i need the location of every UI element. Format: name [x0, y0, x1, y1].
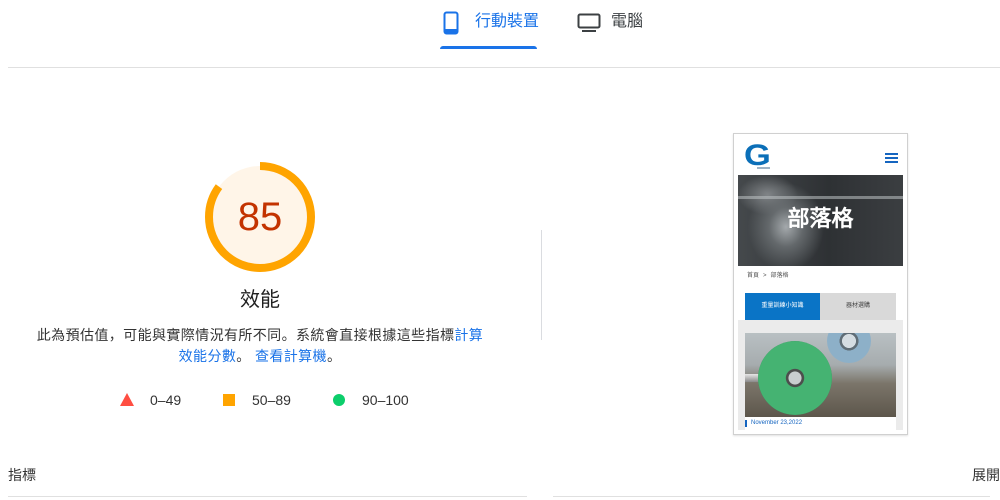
preview-blue-plate	[827, 333, 871, 363]
preview-logo-tagline-mark	[757, 167, 770, 169]
preview-breadcrumb-current: 部落格	[770, 273, 789, 279]
square-icon	[223, 394, 235, 406]
tabs-divider	[8, 67, 1000, 68]
metrics-divider-left	[8, 496, 527, 497]
page-screenshot-preview: G 部落格 首頁 > 部落格 重量訓練小知識 器材選購 November 23,20…	[733, 133, 908, 435]
smartphone-icon	[443, 11, 459, 35]
description-period: 。	[236, 348, 251, 364]
tab-mobile[interactable]: 行動裝置	[438, 0, 540, 49]
preview-post-date: November 23,2022	[751, 420, 803, 426]
legend-pass-range: 90–100	[362, 392, 409, 408]
expand-view-toggle[interactable]: 展開	[972, 467, 1000, 484]
metrics-divider-right	[553, 496, 990, 497]
preview-hero-title: 部落格	[787, 206, 854, 231]
preview-post-meta: November 23,2022	[745, 417, 896, 430]
legend-fail-range: 0–49	[150, 392, 182, 408]
tab-desktop-label: 電腦	[611, 13, 644, 30]
score-value: 85	[237, 195, 283, 239]
metrics-heading: 指標	[8, 467, 36, 483]
score-description-text: 此為預估值，可能與實際情況有所不同。系統會直接根據這些指標	[36, 327, 455, 343]
preview-green-plate	[758, 341, 832, 415]
preview-date-accent	[745, 420, 747, 427]
preview-breadcrumb-separator: >	[763, 273, 767, 279]
preview-hero-banner: 部落格	[738, 175, 903, 266]
preview-screen: G 部落格 首頁 > 部落格 重量訓練小知識 器材選購 November 23,20…	[738, 138, 903, 430]
preview-site-header: G	[738, 138, 903, 175]
vertical-divider	[541, 230, 542, 340]
circle-icon	[333, 394, 345, 406]
score-description: 此為預估值，可能與實際情況有所不同。系統會直接根據這些指標計算效能分數。 查看計…	[34, 325, 486, 367]
preview-breadcrumb-home: 首頁	[747, 273, 760, 279]
preview-category: 器材選購	[820, 293, 896, 320]
performance-score-gauge: 85	[200, 157, 320, 277]
preview-breadcrumb: 首頁 > 部落格	[747, 273, 793, 280]
active-tab-indicator	[440, 46, 537, 49]
tab-mobile-label: 行動裝置	[475, 13, 540, 30]
desktop-icon	[577, 13, 601, 32]
legend-average-range: 50–89	[252, 392, 291, 408]
preview-post-image	[745, 333, 896, 417]
description-end-period: 。	[326, 348, 342, 364]
preview-category-active: 重量訓練小知識	[745, 293, 820, 320]
score-category-label: 效能	[240, 289, 280, 311]
calculator-link[interactable]: 查看計算機	[255, 348, 327, 364]
tab-desktop[interactable]: 電腦	[572, 0, 648, 49]
hamburger-menu-icon	[885, 153, 898, 163]
triangle-icon	[120, 393, 134, 406]
